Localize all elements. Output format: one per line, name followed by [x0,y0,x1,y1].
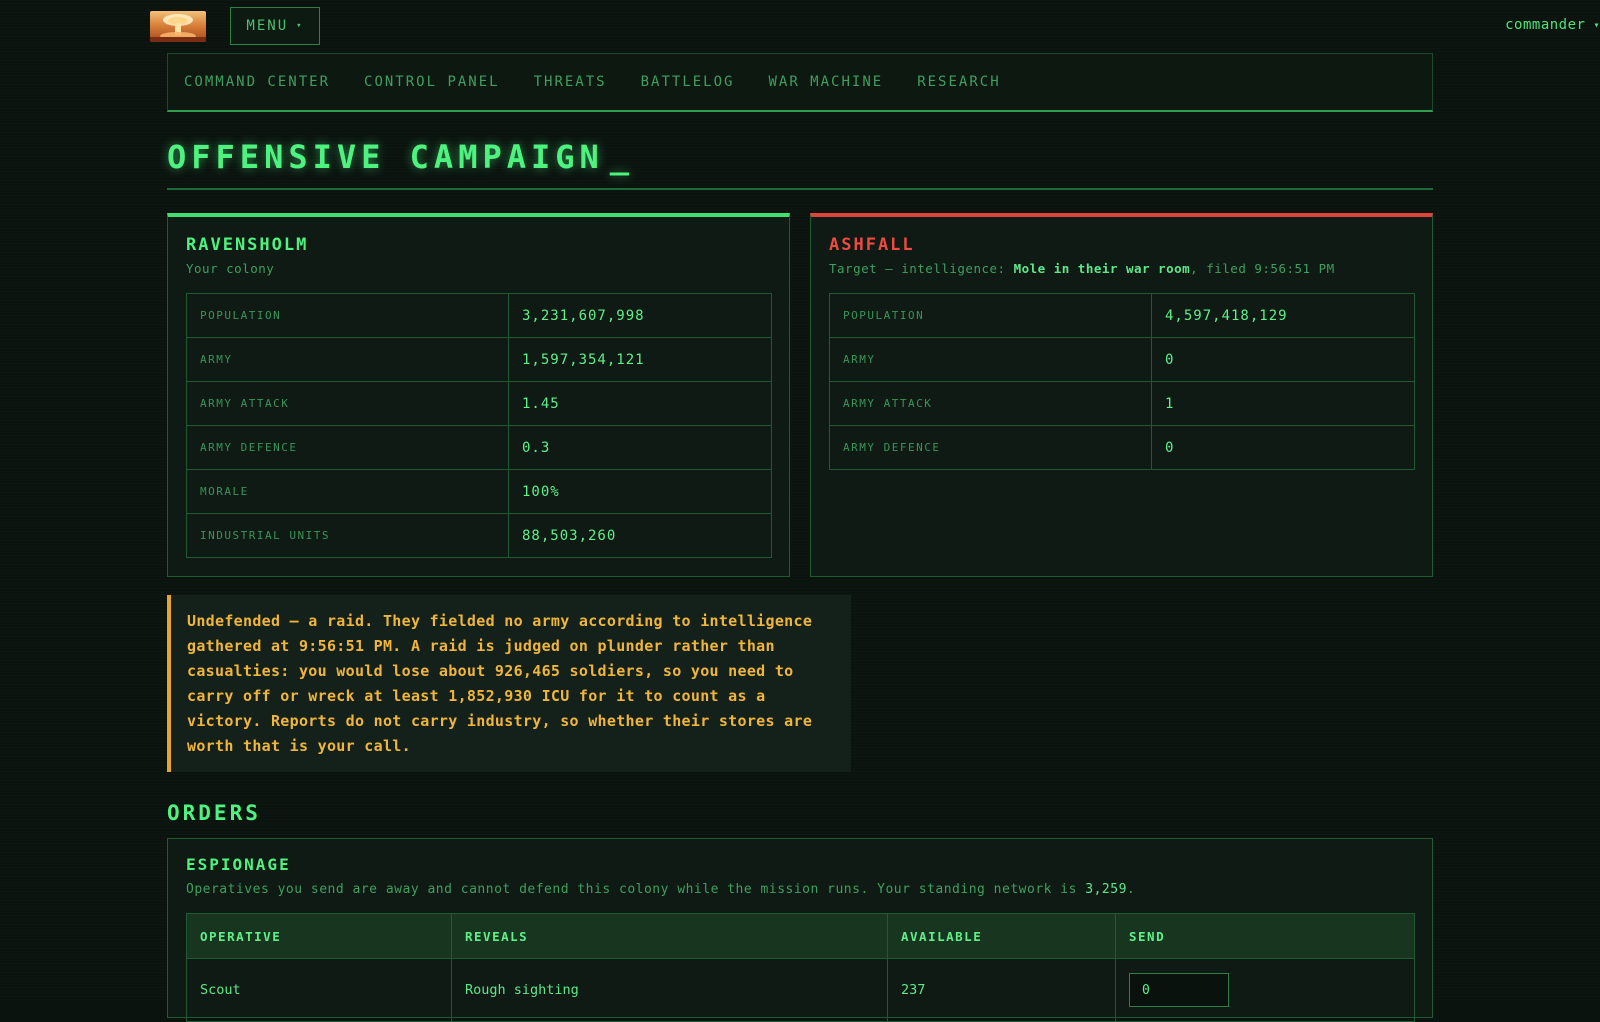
top-bar: MENU ▾ commander ▾ [0,0,1600,54]
nav-item-threats[interactable]: THREATS [534,74,607,90]
user-menu[interactable]: commander ▾ [1505,17,1600,33]
colony-stats-table: POPULATION 3,231,607,998 ARMY 1,597,354,12… [186,293,772,558]
espionage-title: ESPIONAGE [186,855,291,874]
stat-value: 1.45 [508,381,772,426]
stat-value: 100% [508,469,772,514]
colony-name: RAVENSHOLM [186,235,309,255]
target-subtitle-prefix: Target — intelligence: [829,261,1014,276]
stat-value: 1,597,354,121 [508,337,772,382]
colony-card: RAVENSHOLM Your colony POPULATION 3,231,6… [167,213,790,577]
colony-subtitle: Your colony [186,261,275,276]
espionage-panel: ESPIONAGE Operatives you send are away a… [167,838,1433,1022]
stat-value: 0 [1151,337,1415,382]
menu-button[interactable]: MENU ▾ [230,7,320,45]
table-row: ARMY 0 [829,337,1415,382]
stat-label: ARMY ATTACK [186,381,509,426]
network-count: 3,259 [1085,882,1127,897]
send-cell [1115,958,1415,1022]
target-subtitle-suffix: , filed 9:56:51 PM [1190,261,1335,276]
blinking-cursor: _ [609,138,635,176]
operative-name: Scout [186,958,452,1022]
column-header-send: SEND [1115,913,1415,959]
page-title-text: OFFENSIVE CAMPAIGN [167,138,604,176]
stat-label: ARMY [186,337,509,382]
nav-item-command-center[interactable]: COMMAND CENTER [184,74,330,90]
table-row: POPULATION 4,597,418,129 [829,293,1415,338]
table-row: ARMY ATTACK 1 [829,381,1415,426]
stat-value: 0 [1151,425,1415,470]
target-name: ASHFALL [829,235,915,255]
table-header-row: OPERATIVE REVEALS AVAILABLE SEND [186,913,1415,959]
espionage-description: Operatives you send are away and cannot … [186,882,1135,897]
stat-label: ARMY [829,337,1152,382]
column-header-reveals: REVEALS [451,913,888,959]
espionage-desc-end: . [1126,882,1136,897]
table-row: POPULATION 3,231,607,998 [186,293,772,338]
mushroom-cloud-logo[interactable] [150,11,206,42]
table-row: ARMY 1,597,354,121 [186,337,772,382]
target-stats-table: POPULATION 4,597,418,129 ARMY 0 ARMY ATTAC… [829,293,1415,470]
table-row: ARMY DEFENCE 0.3 [186,425,772,470]
stat-value: 4,597,418,129 [1151,293,1415,338]
chevron-down-icon: ▾ [1593,19,1600,31]
raid-warning: Undefended — a raid. They fielded no arm… [167,595,851,772]
column-header-available: AVAILABLE [887,913,1116,959]
target-subtitle: Target — intelligence: Mole in their war… [829,261,1335,276]
page-title: OFFENSIVE CAMPAIGN _ [167,138,634,176]
menu-label: MENU [246,18,289,34]
stat-value: 3,231,607,998 [508,293,772,338]
nav-item-battlelog[interactable]: BATTLELOG [641,74,735,90]
stat-label: ARMY ATTACK [829,381,1152,426]
user-name: commander [1505,17,1586,33]
table-row: INDUSTRIAL UNITS 88,503,260 [186,513,772,558]
table-row: MORALE 100% [186,469,772,514]
operatives-table: OPERATIVE REVEALS AVAILABLE SEND Scout R… [186,913,1415,1022]
main-nav: COMMAND CENTER CONTROL PANEL THREATS BAT… [167,53,1433,112]
title-divider [167,188,1433,190]
orders-heading: ORDERS [167,801,261,825]
espionage-desc-text: Operatives you send are away and cannot … [186,882,1086,897]
nav-item-war-machine[interactable]: WAR MACHINE [768,74,883,90]
operative-reveals: Rough sighting [451,958,888,1022]
table-row: ARMY DEFENCE 0 [829,425,1415,470]
stat-label: ARMY DEFENCE [829,425,1152,470]
stat-value: 1 [1151,381,1415,426]
stat-label: INDUSTRIAL UNITS [186,513,509,558]
chevron-down-icon: ▾ [296,21,304,31]
operative-available: 237 [887,958,1116,1022]
intel-source: Mole in their war room [1013,261,1191,276]
stat-value: 88,503,260 [508,513,772,558]
stat-label: ARMY DEFENCE [186,425,509,470]
target-card: ASHFALL Target — intelligence: Mole in t… [810,213,1433,577]
column-header-operative: OPERATIVE [186,913,452,959]
send-quantity-input[interactable] [1129,973,1229,1007]
stat-value: 0.3 [508,425,772,470]
nav-item-research[interactable]: RESEARCH [917,74,1000,90]
stat-label: MORALE [186,469,509,514]
stat-label: POPULATION [186,293,509,338]
nav-item-control-panel[interactable]: CONTROL PANEL [364,74,500,90]
stat-label: POPULATION [829,293,1152,338]
table-row: Scout Rough sighting 237 [186,958,1415,1022]
table-row: ARMY ATTACK 1.45 [186,381,772,426]
